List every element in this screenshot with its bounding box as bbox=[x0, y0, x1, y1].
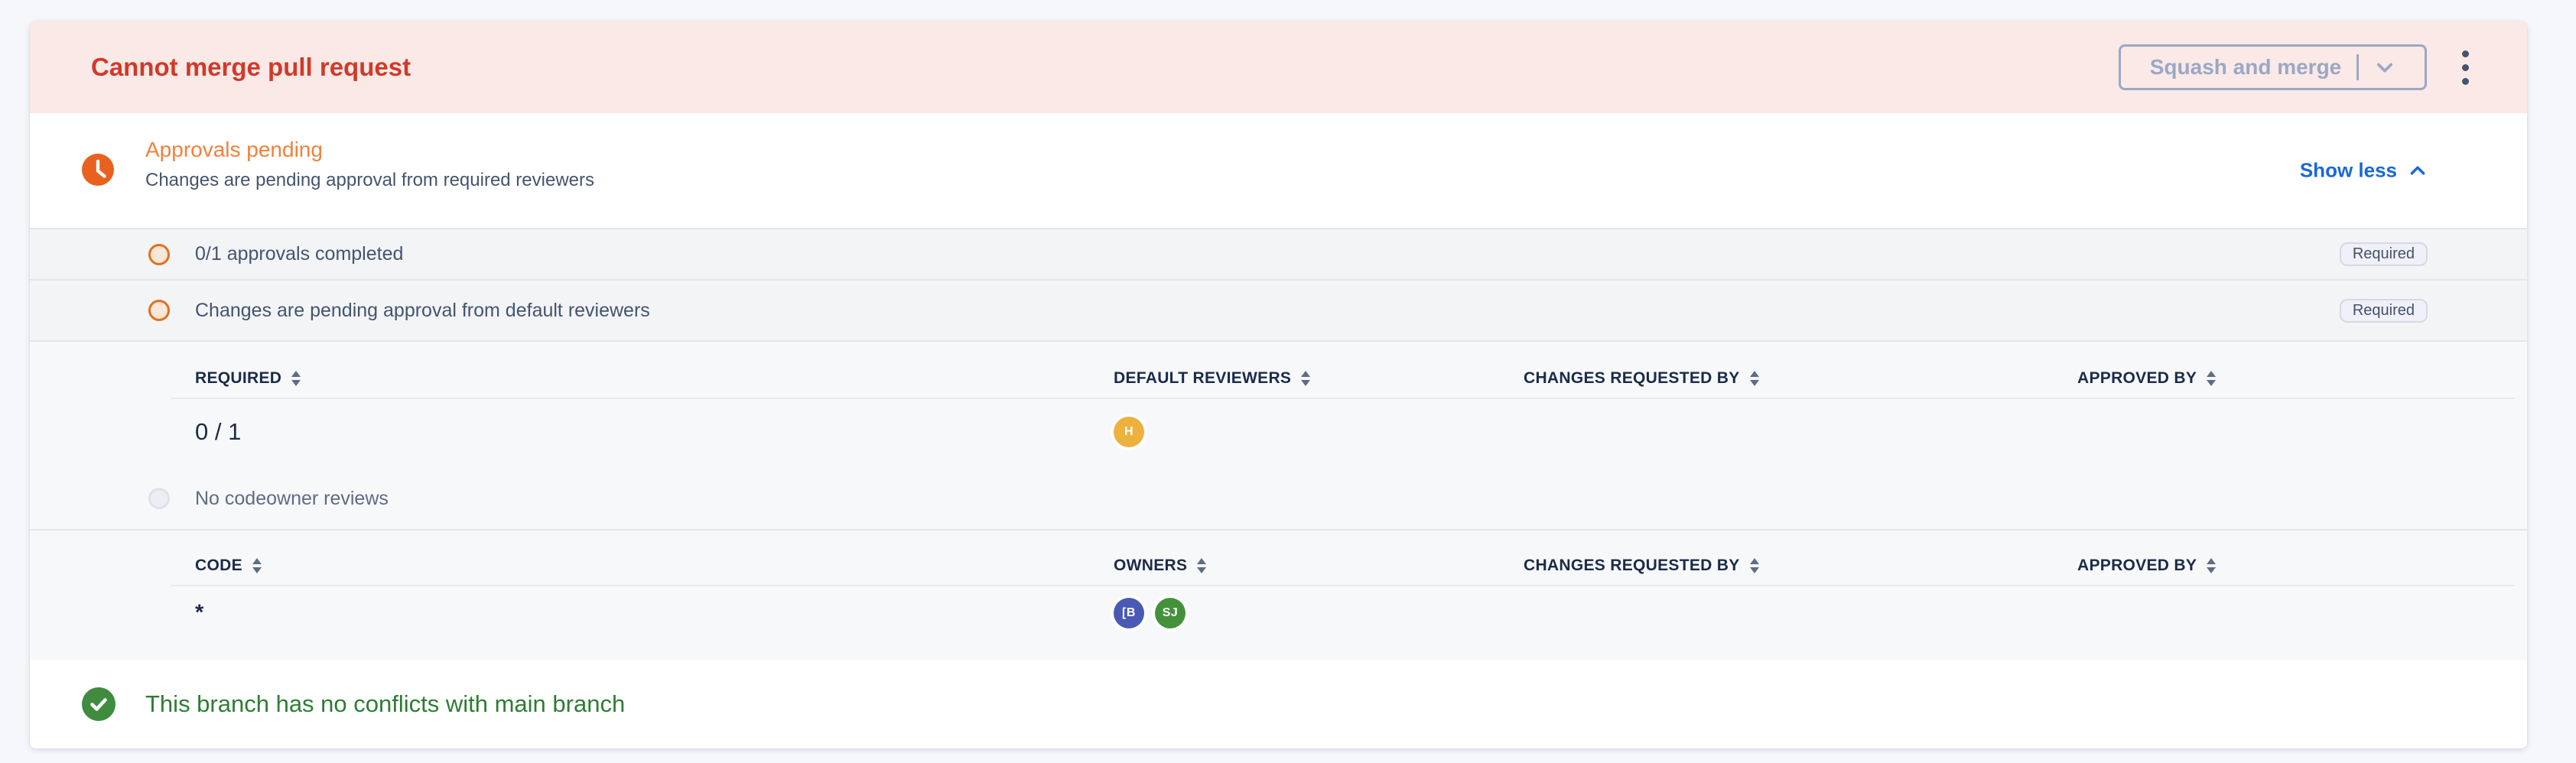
table-row: * [B SJ bbox=[30, 592, 2527, 635]
column-header-required: REQUIRED bbox=[195, 369, 301, 388]
owners-cell: [B SJ bbox=[1114, 598, 1196, 628]
avatar[interactable]: [B bbox=[1114, 598, 1144, 628]
show-less-toggle[interactable]: Show less bbox=[2300, 159, 2428, 183]
approvals-heading-block: Approvals pending Changes are pending ap… bbox=[145, 138, 594, 228]
check-row-codeowners: No codeowner reviews bbox=[148, 488, 2428, 509]
approvals-pending-subheading: Changes are pending approval from requir… bbox=[145, 170, 594, 191]
column-header-label: CHANGES REQUESTED BY bbox=[1524, 369, 1740, 388]
show-less-label: Show less bbox=[2300, 159, 2397, 183]
sort-icon[interactable] bbox=[252, 557, 262, 574]
cannot-merge-banner: Cannot merge pull request Squash and mer… bbox=[30, 21, 2527, 113]
check-row-approvals-count: 0/1 approvals completed Required bbox=[30, 228, 2527, 279]
table-header-row: REQUIRED DEFAULT REVIEWERS CHANGES REQUE… bbox=[30, 369, 2527, 391]
column-header-label: REQUIRED bbox=[195, 369, 281, 388]
column-header-approved-by: APPROVED BY bbox=[2077, 369, 2217, 388]
approvals-pending-section-header: Approvals pending Changes are pending ap… bbox=[30, 113, 2527, 228]
column-header-label: CODE bbox=[195, 557, 242, 575]
success-check-icon bbox=[82, 687, 115, 721]
column-header-label: DEFAULT REVIEWERS bbox=[1114, 369, 1291, 388]
code-pattern-value: * bbox=[195, 601, 203, 626]
table-row: 0 / 1 H bbox=[30, 411, 2527, 453]
sort-icon[interactable] bbox=[2206, 370, 2217, 387]
check-label: 0/1 approvals completed bbox=[195, 243, 403, 265]
kebab-dot bbox=[2462, 78, 2469, 85]
table-header-divider bbox=[171, 398, 2515, 399]
column-header-owners: OWNERS bbox=[1114, 557, 1207, 575]
merge-checks-panel: Cannot merge pull request Squash and mer… bbox=[30, 21, 2527, 748]
column-header-default-reviewers: DEFAULT REVIEWERS bbox=[1114, 369, 1311, 388]
sort-icon[interactable] bbox=[1749, 370, 1760, 387]
column-header-label: CHANGES REQUESTED BY bbox=[1524, 557, 1740, 575]
column-header-changes-requested-by: CHANGES REQUESTED BY bbox=[1524, 557, 1760, 575]
sort-icon[interactable] bbox=[1300, 370, 1311, 387]
pending-circle-icon bbox=[148, 300, 170, 321]
no-conflicts-row: This branch has no conflicts with main b… bbox=[30, 660, 2527, 748]
default-reviewers-cell: H bbox=[1114, 417, 1155, 447]
squash-and-merge-label: Squash and merge bbox=[2150, 55, 2342, 80]
column-header-code: CODE bbox=[195, 557, 262, 575]
required-badge: Required bbox=[2340, 299, 2428, 323]
required-badge: Required bbox=[2340, 242, 2428, 266]
column-header-label: OWNERS bbox=[1114, 557, 1187, 575]
no-conflicts-label: This branch has no conflicts with main b… bbox=[145, 690, 625, 718]
sort-icon[interactable] bbox=[291, 370, 301, 387]
kebab-dot bbox=[2462, 64, 2469, 71]
banner-title: Cannot merge pull request bbox=[91, 53, 411, 82]
sort-icon[interactable] bbox=[1196, 557, 1207, 574]
required-count-value: 0 / 1 bbox=[195, 418, 241, 446]
sort-icon[interactable] bbox=[2206, 557, 2217, 574]
check-row-default-reviewers: Changes are pending approval from defaul… bbox=[30, 279, 2527, 340]
check-label: No codeowner reviews bbox=[195, 488, 389, 510]
column-header-changes-requested-by: CHANGES REQUESTED BY bbox=[1524, 369, 1760, 388]
check-label: Changes are pending approval from defaul… bbox=[195, 300, 650, 322]
more-options-kebab-button[interactable] bbox=[2457, 46, 2474, 89]
pending-clock-icon bbox=[82, 154, 114, 186]
avatar[interactable]: SJ bbox=[1155, 598, 1186, 628]
avatar[interactable]: H bbox=[1114, 417, 1144, 447]
table-header-divider bbox=[171, 585, 2515, 586]
squash-and-merge-button[interactable]: Squash and merge bbox=[2119, 44, 2427, 90]
table-header-row: CODE OWNERS CHANGES REQUESTED BY APPROVE… bbox=[30, 557, 2527, 578]
codeowners-table: CODE OWNERS CHANGES REQUESTED BY APPROVE… bbox=[30, 529, 2527, 660]
approvals-pending-heading: Approvals pending bbox=[145, 138, 594, 162]
chevron-down-icon[interactable] bbox=[2374, 57, 2395, 78]
sort-icon[interactable] bbox=[1749, 557, 1760, 574]
column-header-label: APPROVED BY bbox=[2077, 369, 2197, 388]
neutral-circle-icon bbox=[148, 488, 170, 509]
column-header-approved-by: APPROVED BY bbox=[2077, 557, 2217, 575]
required-reviewers-table: REQUIRED DEFAULT REVIEWERS CHANGES REQUE… bbox=[30, 340, 2527, 529]
kebab-dot bbox=[2462, 50, 2469, 57]
column-header-label: APPROVED BY bbox=[2077, 557, 2197, 575]
chevron-up-icon bbox=[2408, 161, 2428, 180]
pending-circle-icon bbox=[148, 244, 170, 265]
button-divider bbox=[2356, 54, 2359, 80]
